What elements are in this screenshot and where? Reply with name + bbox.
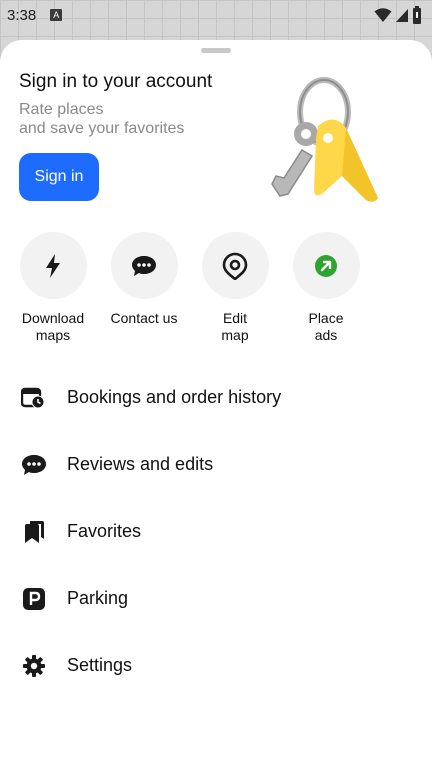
contact-us-action[interactable]: Contact us <box>94 232 194 327</box>
contact-us-button[interactable] <box>110 232 178 299</box>
sign-in-button[interactable]: Sign in <box>19 153 99 201</box>
contact-us-label: Contact us <box>110 310 178 326</box>
sheet-drag-handle[interactable] <box>201 48 231 53</box>
download-maps-action[interactable]: Download maps <box>3 232 103 344</box>
edit-map-action[interactable]: Edit map <box>185 232 285 344</box>
bookings-clock-icon <box>21 385 47 411</box>
account-bottom-sheet: Sign in to your account Rate places and … <box>0 40 432 768</box>
map-pin-icon <box>222 252 248 280</box>
menu-item-reviews[interactable]: Reviews and edits <box>0 431 432 498</box>
quick-actions: Download maps Contact us Edit map Place … <box>0 232 432 352</box>
download-maps-label: Download maps <box>21 310 85 343</box>
parking-icon <box>21 586 47 612</box>
download-maps-button[interactable] <box>19 232 87 299</box>
menu-item-settings[interactable]: Settings <box>0 632 432 699</box>
signal-icon <box>396 9 408 22</box>
wifi-icon <box>374 8 392 22</box>
place-ads-action[interactable]: Place ads <box>276 232 376 344</box>
place-ads-label: Place ads <box>308 310 344 343</box>
place-ads-button[interactable] <box>292 232 360 299</box>
menu-item-favorites[interactable]: Favorites <box>0 498 432 565</box>
menu-item-bookings[interactable]: Bookings and order history <box>0 364 432 431</box>
signin-subtitle-line1: Rate places <box>19 101 104 118</box>
menu-label-favorites: Favorites <box>67 521 142 541</box>
chat-bubble-icon <box>21 452 47 478</box>
battery-icon <box>413 6 421 24</box>
edit-map-label: Edit map <box>221 310 249 343</box>
chat-bubble-icon <box>132 255 156 276</box>
menu-item-parking[interactable]: Parking <box>0 565 432 632</box>
signin-subtitle-line2: and save your favorites <box>19 120 185 137</box>
notification-icon: A <box>50 9 63 21</box>
signin-title: Sign in to your account <box>19 71 213 92</box>
edit-map-button[interactable] <box>201 232 269 299</box>
bookmarks-icon <box>21 519 47 545</box>
lightning-icon <box>46 253 60 278</box>
status-time: 3:38 <box>7 6 37 24</box>
status-icons <box>374 6 422 24</box>
signin-subtitle: Rate places and save your favorites <box>19 100 249 138</box>
status-bar: 3:38 A <box>0 0 432 30</box>
account-menu: Bookings and order history Reviews and e… <box>0 364 432 699</box>
gear-icon <box>21 653 47 679</box>
keys-illustration <box>271 77 378 202</box>
ads-arrow-icon <box>315 254 337 277</box>
menu-label-bookings: Bookings and order history <box>67 387 282 407</box>
menu-label-parking: Parking <box>67 588 129 608</box>
menu-label-settings: Settings <box>67 655 133 675</box>
menu-label-reviews: Reviews and edits <box>67 454 214 474</box>
